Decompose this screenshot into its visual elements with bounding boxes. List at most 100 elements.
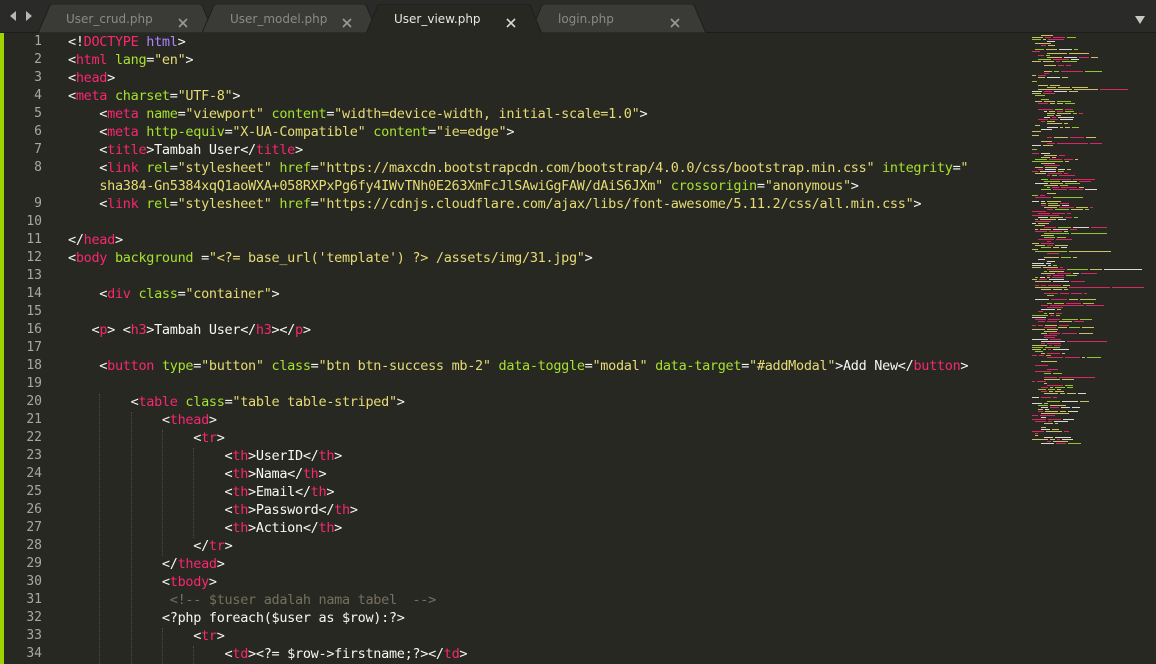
code-token: =: [310, 160, 319, 176]
code-token: p: [99, 322, 108, 338]
minimap-stroke: [1048, 265, 1051, 266]
code-token: "X-UA-Compatible": [232, 124, 366, 140]
minimap-stroke: [1038, 75, 1046, 76]
minimap-stroke: [1065, 111, 1074, 112]
code-token: "width=device-width, initial-scale=1.0": [334, 106, 640, 122]
minimap-stroke: [1053, 349, 1069, 350]
minimap-stroke: [1053, 397, 1057, 398]
line-number: 3: [34, 70, 42, 85]
minimap-stroke: [1038, 89, 1072, 90]
minimap-stroke: [1044, 207, 1057, 208]
minimap-stroke: [1032, 149, 1037, 150]
tab-list-dropdown-icon[interactable]: [1134, 10, 1146, 24]
tab-login[interactable]: login.php: [530, 4, 706, 33]
minimap-stroke: [1082, 327, 1094, 328]
tab-scroll-left-icon[interactable]: [8, 10, 18, 22]
tab-user-crud[interactable]: User_crud.php: [38, 4, 214, 33]
minimap-stroke: [1043, 61, 1054, 62]
minimap-stroke: [1062, 205, 1069, 206]
code-line: sha384-Gn5384xqQ1aoWXA+058RXPxPg6fy4IWvT…: [68, 178, 859, 194]
tab-user-view[interactable]: User_view.php: [366, 4, 542, 34]
minimap-stroke: [1049, 111, 1055, 112]
minimap-stroke: [1049, 271, 1064, 272]
minimap-stroke: [1050, 339, 1061, 340]
code-token: <: [68, 466, 233, 482]
minimap-stroke: [1041, 243, 1054, 244]
line-number: 16: [26, 322, 42, 337]
minimap-stroke: [1035, 299, 1049, 300]
code-editor[interactable]: 1 2 3 4 5 6 7 8 9 10 11 12 13 14 15 16 17 18 19 20 21 22 23 24 2…: [0, 33, 1156, 664]
minimap-stroke: [1057, 273, 1071, 274]
minimap-stroke: [1061, 247, 1067, 248]
code-token: <: [68, 502, 233, 518]
minimap[interactable]: [1030, 33, 1156, 664]
minimap-stroke: [1069, 327, 1080, 328]
code-area[interactable]: <!DOCTYPE html> <html lang="en"> <head> <me…: [68, 33, 1028, 664]
minimap-stroke: [1045, 409, 1049, 410]
minimap-stroke: [1035, 225, 1045, 226]
minimap-stroke: [1035, 221, 1051, 222]
code-token: >: [349, 502, 358, 518]
minimap-stroke: [1043, 93, 1055, 94]
minimap-stroke: [1035, 101, 1042, 102]
minimap-stroke: [1035, 49, 1044, 50]
close-icon[interactable]: [342, 13, 352, 28]
code-token: meta: [107, 106, 139, 122]
minimap-stroke: [1035, 125, 1040, 126]
minimap-stroke: [1073, 227, 1089, 228]
minimap-stroke: [1041, 353, 1045, 354]
minimap-stroke: [1032, 381, 1035, 382]
code-token: >Email</: [248, 484, 311, 500]
code-token: >: [506, 124, 515, 140]
line-number: 24: [26, 466, 42, 481]
minimap-stroke: [1052, 117, 1056, 118]
line-number: 7: [34, 142, 42, 157]
minimap-stroke: [1032, 267, 1041, 268]
code-token: >Tambah User</: [146, 142, 256, 158]
close-icon[interactable]: [670, 13, 680, 28]
minimap-stroke: [1044, 185, 1058, 186]
minimap-stroke: [1041, 305, 1048, 306]
minimap-stroke: [1056, 443, 1066, 444]
line-number: 21: [26, 412, 42, 427]
minimap-stroke: [1041, 427, 1046, 428]
minimap-stroke: [1060, 267, 1063, 268]
minimap-stroke: [1083, 303, 1094, 304]
minimap-stroke: [1056, 61, 1060, 62]
minimap-stroke: [1067, 169, 1071, 170]
minimap-stroke: [1045, 167, 1057, 168]
minimap-stroke: [1032, 131, 1041, 132]
minimap-stroke: [1057, 113, 1071, 114]
code-token: <: [68, 520, 233, 536]
minimap-stroke: [1044, 393, 1058, 394]
tab-label: User_view.php: [394, 12, 481, 26]
code-token: =: [169, 196, 178, 212]
minimap-stroke: [1038, 55, 1044, 56]
minimap-stroke: [1050, 315, 1054, 316]
code-token: >: [639, 106, 648, 122]
close-icon[interactable]: [506, 13, 516, 28]
minimap-stroke: [1074, 321, 1084, 322]
minimap-stroke: [1032, 345, 1047, 346]
close-icon[interactable]: [178, 13, 188, 28]
minimap-stroke: [1032, 243, 1039, 244]
code-token: th: [232, 520, 249, 536]
minimap-stroke: [1062, 353, 1065, 354]
tab-scroll-right-icon[interactable]: [24, 10, 34, 22]
minimap-stroke: [1074, 49, 1078, 50]
minimap-stroke: [1071, 293, 1082, 294]
minimap-stroke: [1041, 285, 1046, 286]
minimap-stroke: [1041, 397, 1051, 398]
code-token: >: [177, 34, 186, 50]
code-token: <: [68, 88, 76, 104]
minimap-stroke: [1053, 373, 1062, 374]
minimap-stroke: [1085, 71, 1102, 72]
minimap-stroke: [1060, 119, 1073, 120]
tab-user-model[interactable]: User_model.php: [202, 4, 378, 33]
minimap-stroke: [1048, 173, 1062, 174]
minimap-stroke: [1047, 209, 1053, 210]
minimap-stroke: [1048, 419, 1061, 420]
indent-guide: [193, 646, 194, 664]
minimap-stroke: [1032, 431, 1044, 432]
